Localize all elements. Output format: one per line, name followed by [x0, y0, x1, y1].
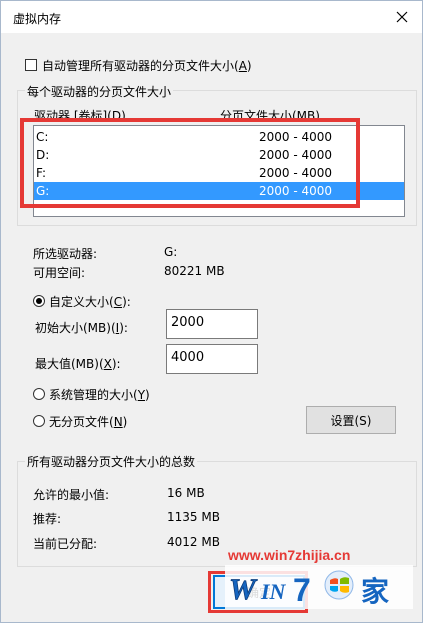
initial-size-label: 初始大小(MB)(I): [35, 321, 128, 335]
max-size-input[interactable]: 4000 [166, 344, 258, 374]
currently-allocated-value: 4012 MB [167, 535, 220, 549]
recommended-label: 推荐: [33, 512, 62, 526]
custom-size-radio[interactable] [33, 295, 45, 307]
radio-selected-dot [36, 298, 42, 304]
totals-group-label: 所有驱动器分页文件大小的总数 [25, 453, 198, 470]
custom-size-label[interactable]: 自定义大小(C): [49, 293, 131, 310]
title-bar: 虚拟内存 [1, 1, 422, 33]
close-button[interactable] [382, 1, 422, 33]
drive-page-size: 2000 - 4000 [259, 184, 333, 198]
drive-letter: C: [36, 130, 49, 144]
drive-column-header[interactable]: 驱动器 [卷标](D) [34, 107, 126, 124]
no-paging-file-radio[interactable] [33, 415, 45, 427]
watermark-url: www.win7zhijia.cn [228, 547, 351, 563]
free-space-value: 80221 MB [164, 264, 225, 278]
size-column-header[interactable]: 分页文件大小(MB) [220, 107, 320, 124]
min-allowed-label: 允许的最小值: [33, 488, 110, 502]
svg-text:W: W [229, 573, 258, 606]
drive-letter: D: [36, 148, 50, 162]
drive-page-size: 2000 - 4000 [259, 148, 333, 162]
drive-letter: F: [36, 166, 47, 180]
svg-text:IN: IN [260, 579, 287, 604]
initial-size-input[interactable]: 2000 [166, 309, 258, 339]
free-space-label: 可用空间: [33, 266, 86, 280]
drive-row[interactable]: D: 2000 - 4000 [34, 146, 404, 164]
drive-row[interactable]: F: 2000 - 4000 [34, 164, 404, 182]
system-managed-label[interactable]: 系统管理的大小(Y) [49, 386, 150, 403]
auto-manage-checkbox[interactable] [25, 59, 37, 71]
drive-list[interactable]: C: 2000 - 4000 D: 2000 - 4000 F: 2000 - … [33, 125, 405, 217]
win7-logo-icon: W IN 7 家 [225, 565, 413, 609]
drive-row[interactable]: C: 2000 - 4000 [34, 128, 404, 146]
drive-letter: G: [36, 184, 50, 198]
svg-text:7: 7 [293, 572, 311, 608]
max-size-label: 最大值(MB)(X): [35, 357, 121, 371]
min-allowed-value: 16 MB [167, 486, 205, 500]
currently-allocated-label: 当前已分配: [33, 537, 98, 551]
close-icon [396, 11, 408, 23]
win7-logo: W IN 7 家 [225, 565, 413, 609]
selected-drive-value: G: [164, 245, 178, 259]
virtual-memory-dialog: 虚拟内存 自动管理所有驱动器的分页文件大小(A) 每个驱动器的分页文件大小 驱动… [0, 0, 423, 623]
window-title: 虚拟内存 [13, 12, 62, 26]
no-paging-file-label[interactable]: 无分页文件(N) [49, 413, 127, 430]
drive-page-size: 2000 - 4000 [259, 166, 333, 180]
recommended-value: 1135 MB [167, 510, 220, 524]
per-drive-group-label: 每个驱动器的分页文件大小 [25, 83, 174, 100]
system-managed-radio[interactable] [33, 388, 45, 400]
watermark-jia: 家 [361, 575, 389, 608]
drive-page-size: 2000 - 4000 [259, 130, 333, 144]
auto-manage-label[interactable]: 自动管理所有驱动器的分页文件大小(A) [42, 57, 252, 74]
set-button[interactable]: 设置(S) [306, 406, 396, 434]
selected-drive-label: 所选驱动器: [33, 247, 98, 261]
drive-row-selected[interactable]: G: 2000 - 4000 [34, 182, 404, 200]
